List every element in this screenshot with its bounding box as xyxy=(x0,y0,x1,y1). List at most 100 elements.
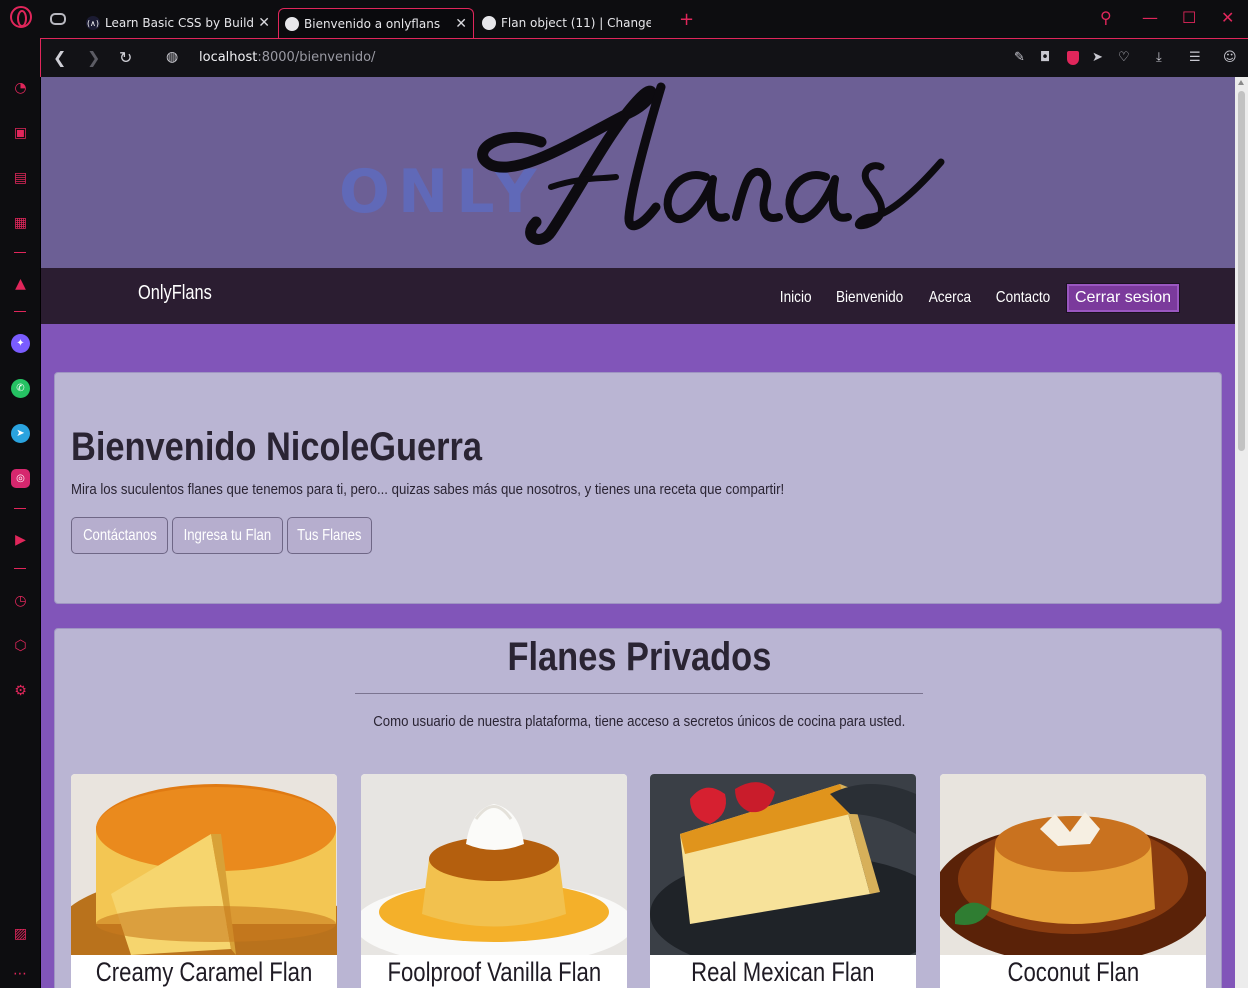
forward-icon[interactable]: ❯ xyxy=(87,48,100,67)
url-field[interactable]: localhost:8000/bienvenido/ xyxy=(199,50,375,65)
nav-link-acerca[interactable]: Acerca xyxy=(929,289,971,307)
close-tab-icon[interactable]: ✕ xyxy=(258,15,270,31)
gallery-icon[interactable]: ▨ xyxy=(11,924,30,943)
button-label: Contáctanos xyxy=(82,526,157,544)
tab-title: Flan object (11) | Change fl xyxy=(501,16,651,30)
download-icon[interactable]: ⤓ xyxy=(1156,50,1162,65)
site-banner: ONLY xyxy=(41,77,1235,268)
welcome-buttons: Contáctanos Ingresa tu Flan Tus Flanes xyxy=(71,517,376,554)
site-info-globe-icon[interactable]: ◍ xyxy=(166,49,178,65)
flan-image xyxy=(71,774,337,955)
more-icon[interactable]: ⋯ xyxy=(11,964,30,983)
page-viewport: ONLY OnlyFlans Inicio Bienvenido Acerca … xyxy=(41,77,1235,988)
page-scrollbar[interactable] xyxy=(1235,77,1248,988)
flan-card[interactable]: Creamy Caramel Flan xyxy=(71,774,337,988)
private-text-content: Como usuario de nuestra plataforma, tien… xyxy=(373,713,905,730)
sidebar-divider xyxy=(14,311,26,312)
add-flan-button[interactable]: Ingresa tu Flan xyxy=(172,517,283,554)
search-icon[interactable]: ⚲ xyxy=(1100,8,1112,27)
maximize-icon[interactable]: ☐ xyxy=(1182,8,1196,27)
my-flans-button[interactable]: Tus Flanes xyxy=(287,517,372,554)
gamepad-icon[interactable] xyxy=(50,13,66,25)
back-icon[interactable]: ❮ xyxy=(53,48,66,67)
logo-flans-script xyxy=(477,82,945,245)
globe-icon xyxy=(482,16,496,30)
settings-gear-icon[interactable]: ⚙ xyxy=(11,681,30,700)
button-label: Tus Flanes xyxy=(297,526,362,544)
brand-link[interactable]: OnlyFlans xyxy=(138,282,212,305)
player-icon[interactable]: ▶ xyxy=(11,530,30,549)
private-text: Como usuario de nuestra plataforma, tien… xyxy=(55,713,1223,730)
telegram-icon[interactable]: ➤ xyxy=(11,424,30,443)
tab-flan-object[interactable]: Flan object (11) | Change fl xyxy=(476,8,672,38)
edit-page-icon[interactable]: ✎ xyxy=(1014,50,1025,65)
scroll-up-icon[interactable] xyxy=(1238,80,1244,85)
profile-icon[interactable]: ☺ xyxy=(1223,50,1237,65)
url-host: localhost xyxy=(199,50,258,65)
tab-title: Bienvenido a onlyflans xyxy=(304,16,441,31)
instagram-icon[interactable]: ◎ xyxy=(11,469,30,488)
private-heading: Flanes Privados xyxy=(55,635,1223,680)
address-bar: ❮ ❯ ↻ ◍ localhost:8000/bienvenido/ ✎ ◘ ➤… xyxy=(40,38,1248,77)
flan-name: Coconut Flan xyxy=(1007,957,1139,987)
history-icon[interactable]: ◷ xyxy=(11,591,30,610)
sidebar-divider xyxy=(14,508,26,509)
welcome-text: Mira los suculentos flanes que tenemos p… xyxy=(71,481,785,498)
contact-button[interactable]: Contáctanos xyxy=(71,517,168,554)
scrollbar-thumb[interactable] xyxy=(1238,91,1245,451)
browser-tab-bar: (∧) Learn Basic CSS by Building ✕ Bienve… xyxy=(0,0,1248,38)
close-window-icon[interactable]: ✕ xyxy=(1221,8,1234,27)
new-tab-plus-icon[interactable]: + xyxy=(679,9,694,30)
logout-button[interactable]: Cerrar sesion xyxy=(1066,284,1179,312)
private-heading-text: Flanes Privados xyxy=(507,635,771,679)
aria-icon[interactable]: ▲ xyxy=(11,274,30,293)
nav-link-inicio[interactable]: Inicio xyxy=(779,289,811,307)
flan-title: Real Mexican Flan xyxy=(650,957,916,988)
sidebar-divider xyxy=(14,568,26,569)
flan-card[interactable]: Coconut Flan xyxy=(940,774,1206,988)
reload-icon[interactable]: ↻ xyxy=(119,48,132,67)
nav-links: Inicio Bienvenido Acerca Contacto Cerrar… xyxy=(761,284,1179,312)
nav-link-contacto[interactable]: Contacto xyxy=(996,289,1050,307)
browser-sidebar: ◔ ▣ ▤ ▦ ▲ ✦ ✆ ➤ ◎ ▶ ◷ ⬡ ⚙ ▨ ⋯ xyxy=(0,38,40,988)
tab-bienvenido[interactable]: Bienvenido a onlyflans ✕ xyxy=(278,8,474,38)
sidebar-divider xyxy=(14,252,26,253)
tab-learn-css[interactable]: (∧) Learn Basic CSS by Building ✕ xyxy=(80,8,276,38)
flan-name: Foolproof Vanilla Flan xyxy=(387,957,601,987)
nav-link-bienvenido[interactable]: Bienvenido xyxy=(836,289,903,307)
speed-dial-icon[interactable]: ◔ xyxy=(11,78,30,97)
flan-name: Real Mexican Flan xyxy=(691,957,875,987)
freecodecamp-icon: (∧) xyxy=(86,16,100,30)
welcome-heading: Bienvenido NicoleGuerra xyxy=(71,425,483,469)
heart-icon[interactable]: ♡ xyxy=(1118,50,1130,65)
cube-icon[interactable]: ⬡ xyxy=(11,636,30,655)
flan-title: Coconut Flan xyxy=(940,957,1206,988)
close-tab-icon[interactable]: ✕ xyxy=(455,16,467,32)
divider xyxy=(355,693,923,694)
twitch-icon[interactable]: ▤ xyxy=(11,168,30,187)
shopping-bag-icon[interactable]: ▣ xyxy=(11,123,30,142)
flan-image xyxy=(361,774,627,955)
button-label: Ingresa tu Flan xyxy=(183,526,272,544)
flan-title: Creamy Caramel Flan xyxy=(71,957,337,988)
opera-logo-icon[interactable] xyxy=(10,6,32,28)
tab-title: Learn Basic CSS by Building xyxy=(105,16,255,30)
flan-image xyxy=(650,774,916,955)
flan-title: Foolproof Vanilla Flan xyxy=(361,957,627,988)
welcome-card: Bienvenido NicoleGuerra Mira los suculen… xyxy=(54,372,1222,604)
minimize-icon[interactable]: — xyxy=(1142,8,1158,27)
flan-card[interactable]: Foolproof Vanilla Flan xyxy=(361,774,627,988)
extensions-icon[interactable]: ▦ xyxy=(11,213,30,232)
flan-image xyxy=(940,774,1206,955)
globe-icon xyxy=(285,16,299,31)
private-flans-card: Flanes Privados Como usuario de nuestra … xyxy=(54,628,1222,988)
site-navbar: OnlyFlans Inicio Bienvenido Acerca Conta… xyxy=(41,268,1235,324)
camera-icon[interactable]: ◘ xyxy=(1040,50,1050,65)
send-icon[interactable]: ➤ xyxy=(1092,50,1103,65)
url-path: :8000/bienvenido/ xyxy=(257,50,376,65)
easy-setup-icon[interactable]: ☰ xyxy=(1189,50,1201,65)
whatsapp-icon[interactable]: ✆ xyxy=(11,379,30,398)
flan-card[interactable]: Real Mexican Flan xyxy=(650,774,916,988)
messenger-icon[interactable]: ✦ xyxy=(11,334,30,353)
adblock-shield-icon[interactable] xyxy=(1067,51,1079,65)
